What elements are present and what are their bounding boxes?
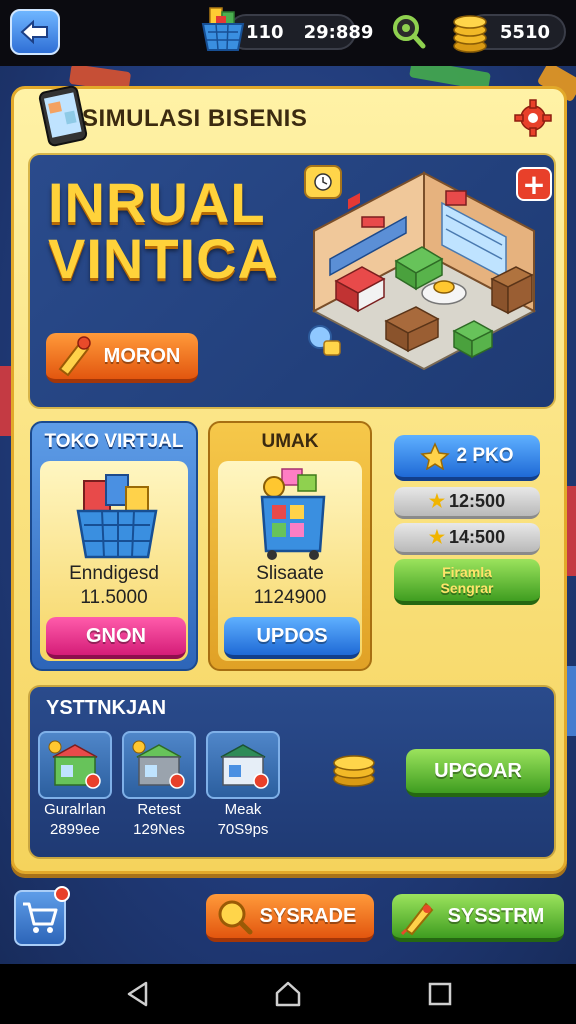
panel-title: SIMULASI BISENIS	[82, 105, 308, 132]
shop-building-icon	[206, 731, 280, 799]
rocket-icon	[400, 902, 434, 936]
stat-bar-1-value: 12:500	[449, 491, 506, 511]
firamla-line2: Sengrar	[440, 580, 494, 596]
item-name: Guralrlan	[44, 801, 106, 818]
store-card-virtual: TOKO VIRTJAL Enndigesd 11.5000 GNON	[30, 421, 198, 671]
sysrade-button[interactable]: SYSRADE	[206, 894, 374, 942]
pko-label: 2 PKO	[456, 445, 514, 466]
system-navigation-bar	[0, 964, 576, 1024]
product-basket-icon	[76, 474, 158, 559]
clock-bubble-icon[interactable]	[304, 165, 342, 199]
inventory-item[interactable]: Retest 129Nes	[122, 731, 196, 843]
item-value: 70S9ps	[217, 821, 269, 838]
hero-title: INRUAL VINTICA	[48, 175, 279, 287]
inventory-title: YSTTNKJAN	[46, 697, 167, 719]
store-header: UMAK	[261, 431, 319, 452]
shop-building-icon	[122, 731, 196, 799]
settings-gear-icon[interactable]	[514, 99, 552, 137]
hero-title-line2: VINTICA	[48, 227, 279, 290]
magnifier-icon	[218, 900, 253, 935]
shopping-cart-icon	[23, 902, 58, 933]
stat-value: 110	[246, 21, 284, 43]
firamla-button[interactable]: Firamla Sengrar	[394, 559, 540, 605]
megaphone-icon	[58, 336, 91, 377]
business-simulation-panel: SIMULASI BISENIS INRUAL VINTICA MORON + …	[11, 85, 567, 874]
item-name: Retest	[137, 801, 181, 818]
cart-button[interactable]	[14, 886, 70, 946]
shopping-basket-icon	[200, 4, 246, 54]
back-arrow-icon	[20, 19, 48, 45]
shop-stand-icon	[260, 468, 326, 560]
magnifier-icon[interactable]	[392, 14, 426, 50]
nav-recents-icon[interactable]	[426, 980, 454, 1008]
coin-stack-icon	[450, 10, 490, 54]
nav-back-icon[interactable]	[124, 980, 152, 1008]
back-button[interactable]	[10, 9, 60, 55]
panel-title-bar: SIMULASI BISENIS	[26, 85, 552, 147]
item-value: 2899ee	[49, 821, 101, 838]
top-status-bar: 110 29:889 5510	[0, 0, 576, 66]
sysrade-label: SYSRADE	[259, 904, 357, 927]
stat-bar-1: ★ 12:500	[394, 487, 540, 519]
store-card-umak: UMAK Slisaate 1124900 UPDOS	[208, 421, 372, 671]
resource-pill: 110 29:889	[228, 14, 373, 50]
moron-button[interactable]: MORON	[46, 333, 198, 383]
timer-value: 29:889	[303, 21, 374, 43]
gnon-button[interactable]: GNON	[46, 617, 186, 659]
store-name: Slisaate	[256, 563, 324, 584]
item-value: 129Nes	[133, 821, 185, 838]
store-inner: Enndigesd 11.5000 GNON	[40, 461, 188, 661]
shop-building-icon	[38, 731, 112, 799]
syssstrm-label: SYSSTRM	[447, 904, 545, 927]
inventory-item[interactable]: Guralrlan 2899ee	[38, 731, 112, 843]
item-name: Meak	[224, 801, 262, 818]
updos-button[interactable]: UPDOS	[224, 617, 360, 659]
store-name: Enndigesd	[69, 563, 159, 584]
store-price: 11.5000	[80, 587, 148, 608]
stat-bar-2: ★ 14:500	[394, 523, 540, 555]
coin-stack-icon	[333, 755, 375, 787]
firamla-line1: Firamla	[442, 564, 492, 580]
pko-button[interactable]: 2 PKO	[394, 435, 540, 481]
stat-bar-2-value: 14:500	[449, 527, 506, 547]
moron-button-label: MORON	[103, 344, 181, 367]
coin-count: 5510	[499, 21, 550, 43]
hero-banner: INRUAL VINTICA MORON +	[28, 153, 556, 409]
store-header: TOKO VIRTJAL	[44, 431, 184, 452]
nav-home-icon[interactable]	[274, 980, 302, 1008]
syssstrm-button[interactable]: SYSSTRM	[392, 894, 564, 942]
store-price: 1124900	[253, 587, 327, 608]
plus-icon[interactable]: +	[516, 167, 552, 201]
inventory-item[interactable]: Meak 70S9ps	[206, 731, 280, 843]
smartphone-icon	[38, 85, 88, 147]
store-inner: Slisaate 1124900 UPDOS	[218, 461, 362, 661]
chat-bubble-icon	[306, 323, 346, 359]
small-star-icon: ★	[428, 491, 446, 511]
small-star-icon: ★	[428, 527, 446, 547]
upgrade-button[interactable]: UPGOAR	[406, 749, 550, 797]
notification-badge	[54, 886, 70, 902]
inventory-panel: YSTTNKJAN Guralrlan 2899ee Retest 129Nes…	[28, 685, 556, 859]
hero-title-line1: INRUAL	[48, 171, 266, 234]
star-icon	[420, 442, 451, 470]
